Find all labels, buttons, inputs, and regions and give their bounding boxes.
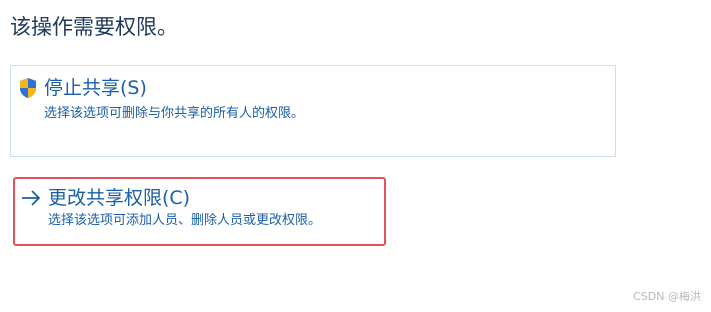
dialog-heading: 该操作需要权限。	[10, 15, 178, 39]
arrow-right-icon	[22, 190, 41, 206]
change-permissions-description: 选择该选项可添加人员、删除人员或更改权限。	[48, 213, 322, 228]
uac-shield-icon	[20, 78, 36, 98]
change-permissions-title: 更改共享权限(C)	[48, 187, 191, 209]
stop-sharing-option[interactable]: 停止共享(S) 选择该选项可删除与你共享的所有人的权限。	[10, 65, 616, 157]
csdn-watermark: CSDN @梅洪	[633, 290, 701, 303]
change-permissions-option[interactable]: 更改共享权限(C) 选择该选项可添加人员、删除人员或更改权限。	[13, 177, 386, 246]
stop-sharing-title: 停止共享(S)	[44, 77, 147, 99]
stop-sharing-description: 选择该选项可删除与你共享的所有人的权限。	[44, 106, 305, 121]
